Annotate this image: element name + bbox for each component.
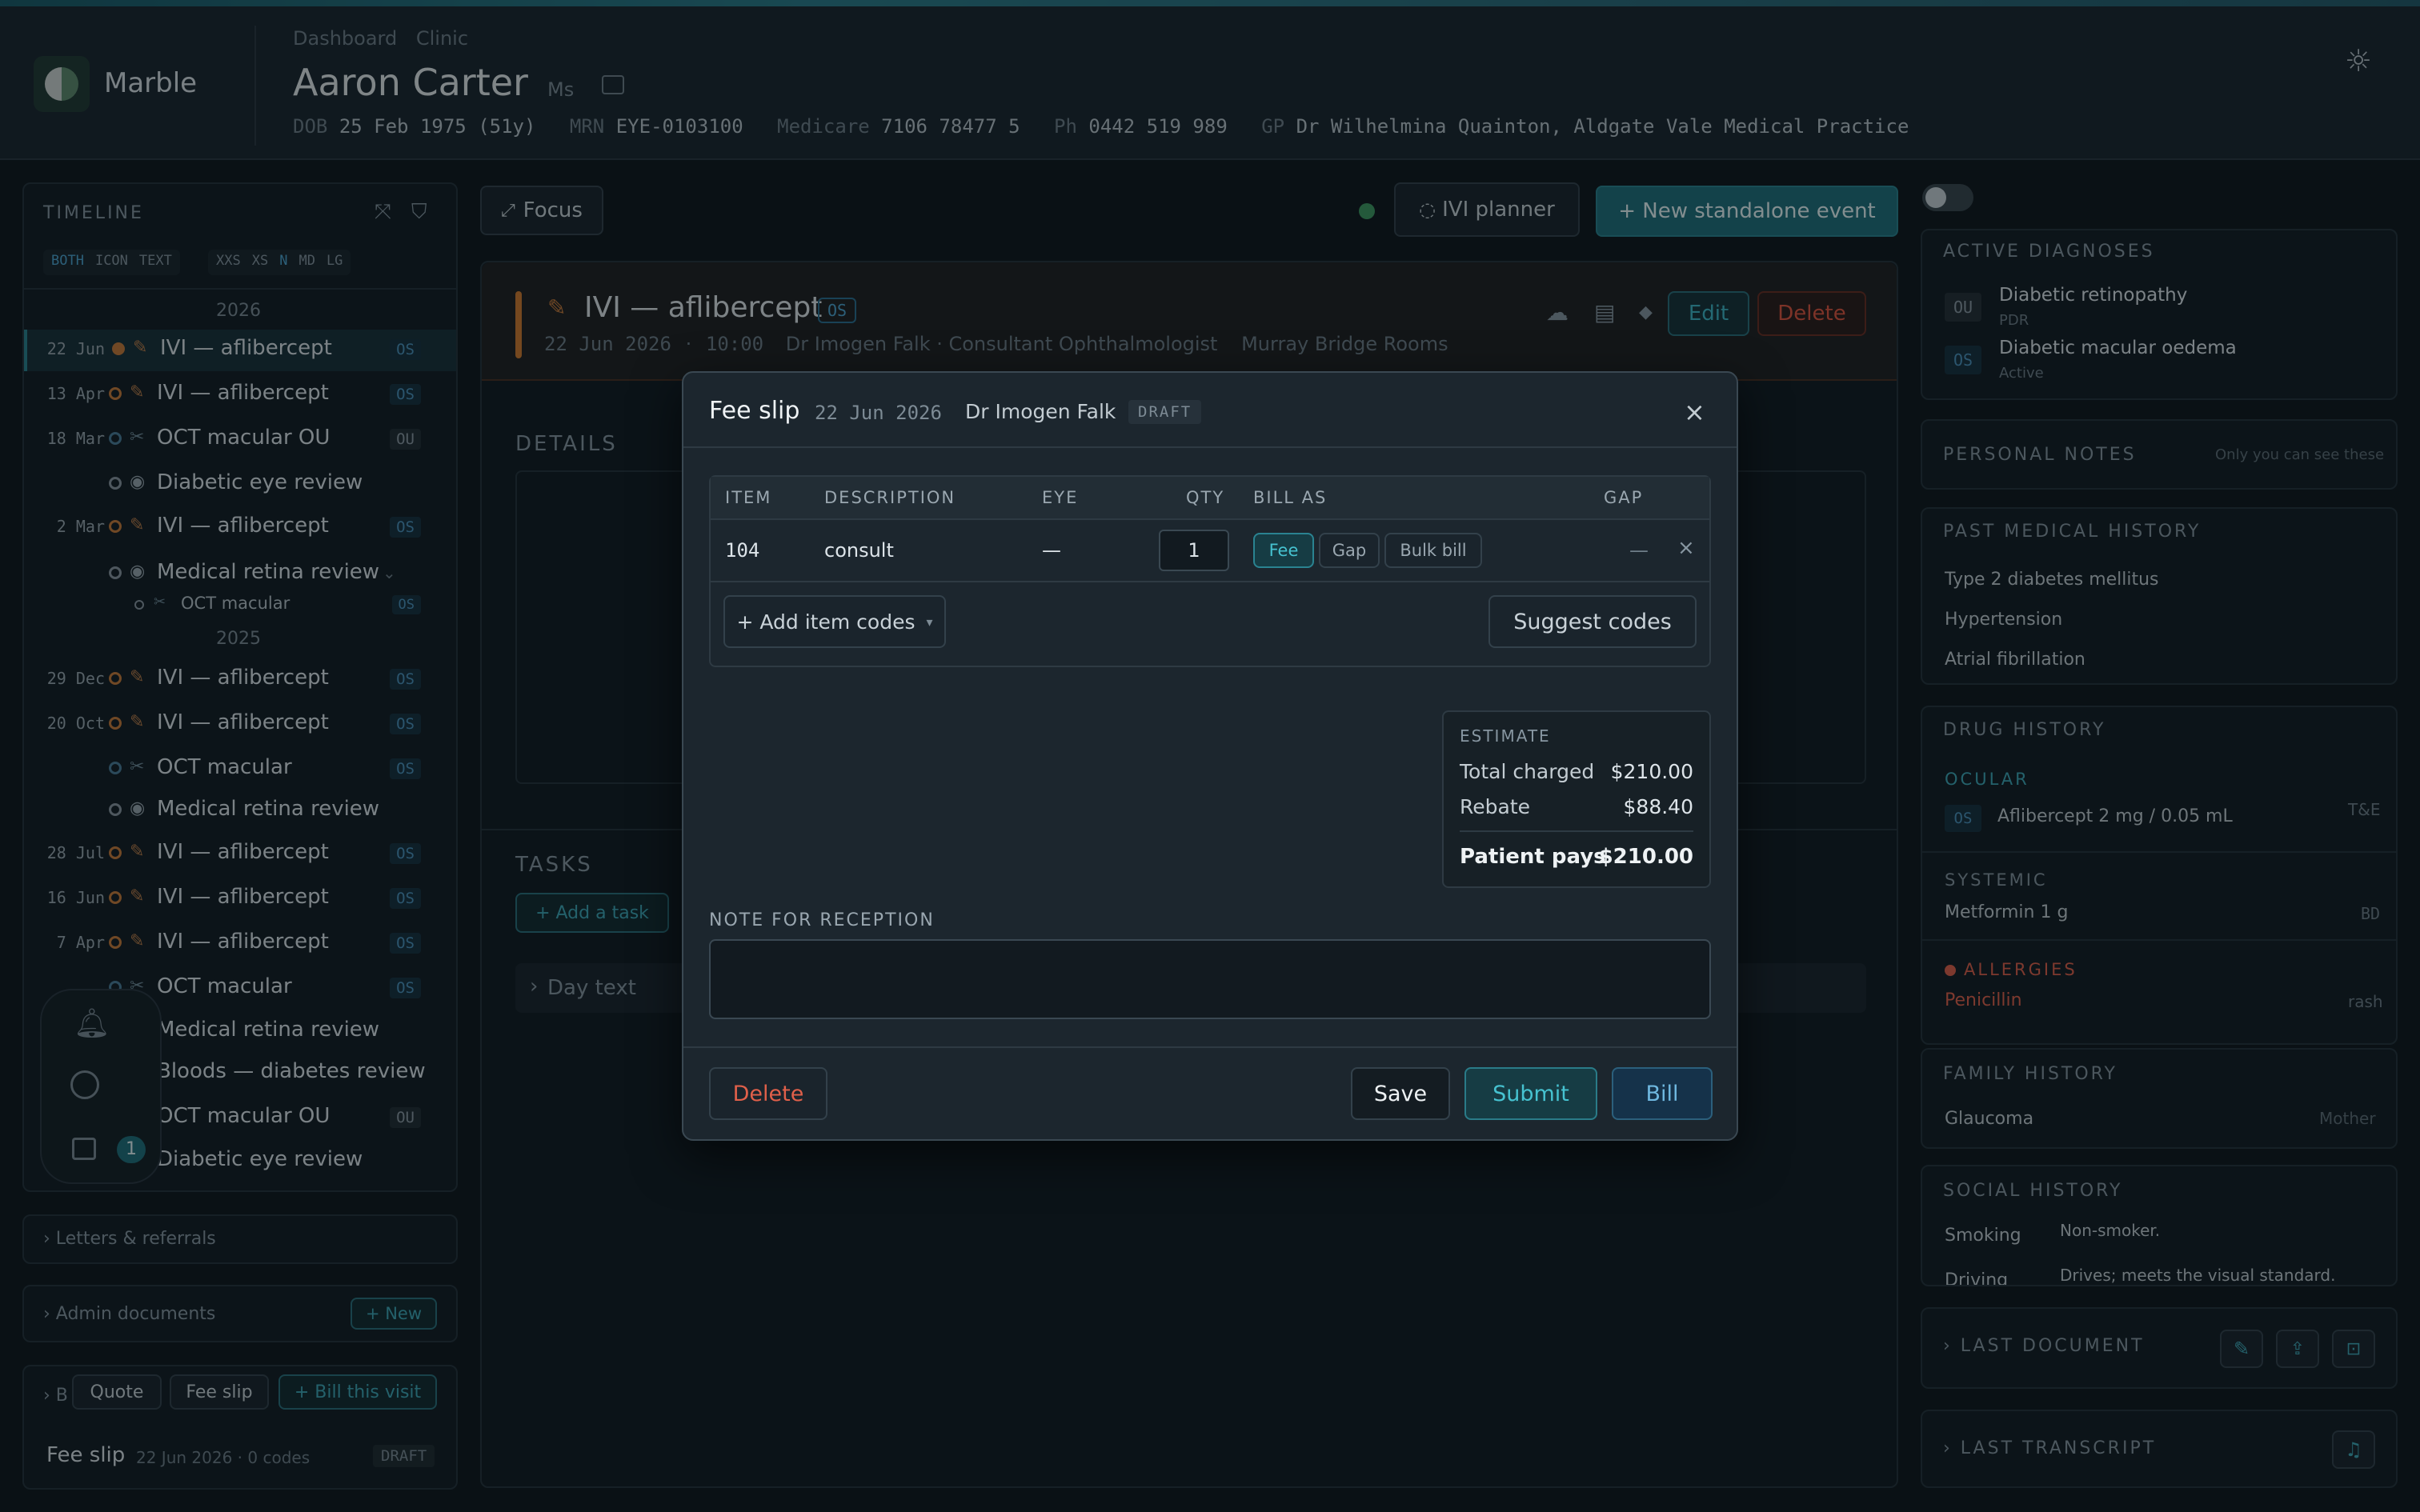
note-label: NOTE FOR RECEPTION bbox=[709, 910, 935, 930]
modal-title: Fee slip bbox=[709, 397, 800, 425]
total-label: Total charged bbox=[1460, 760, 1595, 783]
add-item-codes-button[interactable]: + Add item codes ▾ bbox=[723, 595, 946, 648]
close-icon[interactable]: × bbox=[1684, 397, 1705, 427]
bill-as-gap[interactable]: Gap bbox=[1319, 533, 1380, 568]
table-header: ITEM DESCRIPTION EYE QTY BILL AS GAP bbox=[711, 477, 1709, 520]
estimate-divider bbox=[1460, 830, 1693, 832]
item-table: ITEM DESCRIPTION EYE QTY BILL AS GAP 104… bbox=[709, 475, 1711, 667]
modal-footer-divider bbox=[683, 1046, 1737, 1048]
bill-as-fee[interactable]: Fee bbox=[1253, 533, 1314, 568]
col-description: DESCRIPTION bbox=[824, 488, 956, 507]
chevron-down-icon: ▾ bbox=[926, 614, 933, 630]
modal-save-button[interactable]: Save bbox=[1351, 1067, 1450, 1120]
col-eye: EYE bbox=[1042, 488, 1079, 507]
col-gap: GAP bbox=[1604, 488, 1644, 507]
row-eye: — bbox=[1042, 539, 1061, 562]
rebate-label: Rebate bbox=[1460, 795, 1531, 818]
estimate-box: ESTIMATE Total charged $210.00 Rebate $8… bbox=[1442, 710, 1711, 888]
row-description: consult bbox=[824, 539, 894, 562]
total-value: $210.00 bbox=[1610, 760, 1693, 783]
remove-row-icon[interactable]: × bbox=[1677, 536, 1695, 560]
modal-header-divider bbox=[683, 446, 1737, 448]
estimate-title: ESTIMATE bbox=[1460, 726, 1551, 746]
bill-as-bulk[interactable]: Bulk bill bbox=[1384, 533, 1482, 568]
modal-doctor: Dr Imogen Falk bbox=[965, 400, 1116, 423]
fee-slip-modal: Fee slip 22 Jun 2026 Dr Imogen Falk DRAF… bbox=[682, 371, 1738, 1141]
col-item: ITEM bbox=[725, 488, 772, 507]
modal-bill-button[interactable]: Bill bbox=[1612, 1067, 1713, 1120]
row-gap: — bbox=[1629, 539, 1649, 562]
row-item: 104 bbox=[725, 539, 760, 562]
qty-input[interactable]: 1 bbox=[1159, 530, 1229, 571]
patient-pays-label: Patient pays bbox=[1460, 845, 1606, 869]
modal-status: DRAFT bbox=[1128, 400, 1202, 424]
modal-delete-button[interactable]: Delete bbox=[709, 1067, 827, 1120]
col-qty: QTY bbox=[1186, 488, 1225, 507]
suggest-codes-button[interactable]: Suggest codes bbox=[1488, 595, 1697, 648]
col-bill-as: BILL AS bbox=[1253, 488, 1328, 507]
modal-date: 22 Jun 2026 bbox=[815, 402, 942, 424]
patient-pays-value: $210.00 bbox=[1598, 845, 1693, 869]
note-textarea[interactable] bbox=[709, 939, 1711, 1019]
rebate-value: $88.40 bbox=[1623, 795, 1693, 818]
add-codes-label: + Add item codes bbox=[736, 610, 916, 634]
table-row: 104 consult — 1 Fee Gap Bulk bill — × bbox=[711, 520, 1709, 582]
modal-submit-button[interactable]: Submit bbox=[1464, 1067, 1597, 1120]
